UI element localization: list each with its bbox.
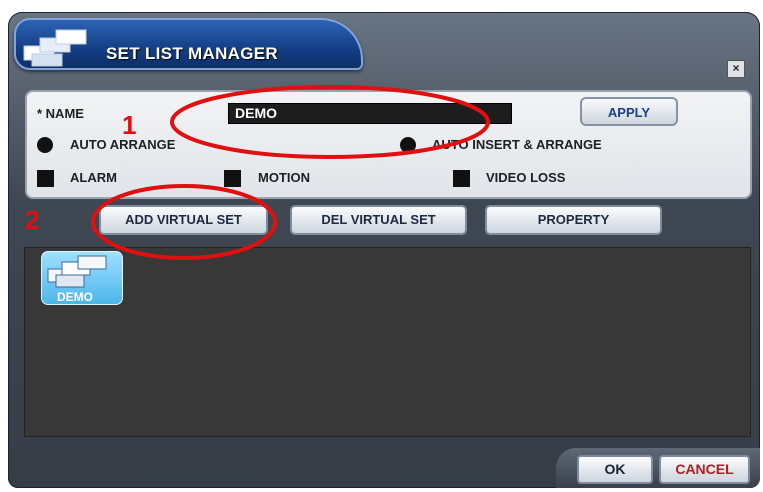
highlight-ellipse-add <box>91 184 277 260</box>
annotation-overlay <box>91 85 490 260</box>
highlight-ellipse-name <box>170 85 490 159</box>
step-1-label: 1 <box>122 110 137 140</box>
step-2-label: 2 <box>25 205 40 235</box>
